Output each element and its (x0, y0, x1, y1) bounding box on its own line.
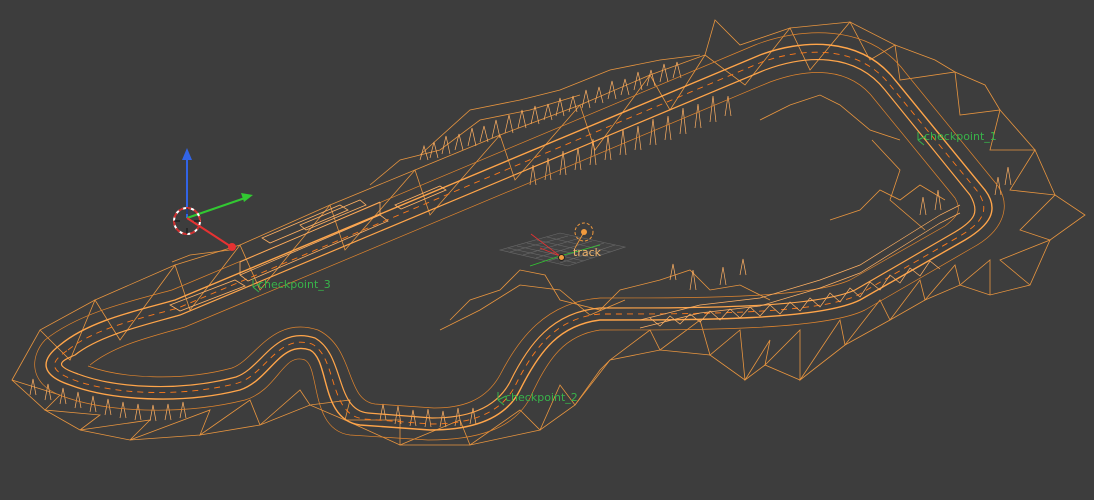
checkpoint-2-label: checkpoint_2 (505, 391, 578, 404)
checkpoint-1-label: checkpoint_1 (924, 130, 997, 143)
scene-canvas[interactable] (0, 0, 1094, 500)
checkpoint-3-label: checkpoint_3 (258, 278, 331, 291)
checkpoint-markers (252, 132, 927, 406)
track-origin[interactable] (558, 254, 565, 261)
terrain-wireframe (11, 19, 1086, 446)
track-label: track (573, 246, 601, 259)
3d-cursor-icon[interactable] (173, 148, 253, 251)
track-plane-grid (498, 232, 627, 267)
bridge-wireframe (639, 204, 961, 329)
track-road-wireframe (34, 32, 1005, 441)
pit-structures-wireframe (169, 185, 447, 312)
3d-viewport[interactable]: track checkpoint_1 checkpoint_2 checkpoi… (0, 0, 1094, 500)
